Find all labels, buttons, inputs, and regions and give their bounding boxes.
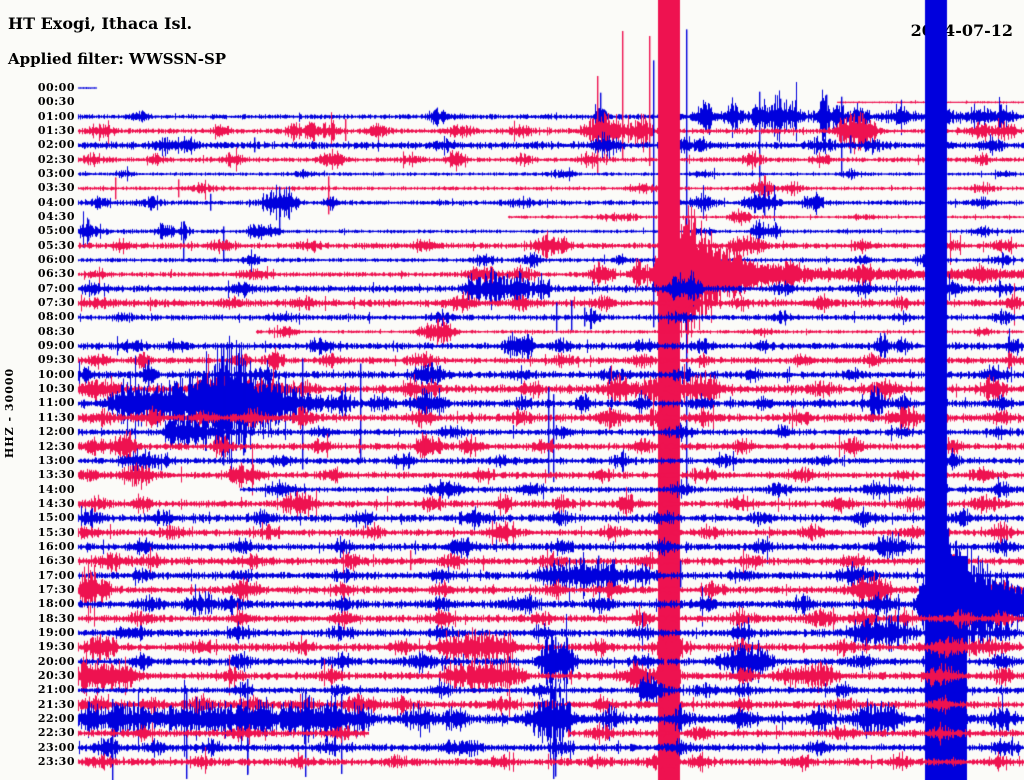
helicorder-page: HT Exogi, Ithaca Isl. Applied filter: WW… <box>0 0 1024 780</box>
helicorder-plot-canvas <box>0 0 1024 780</box>
